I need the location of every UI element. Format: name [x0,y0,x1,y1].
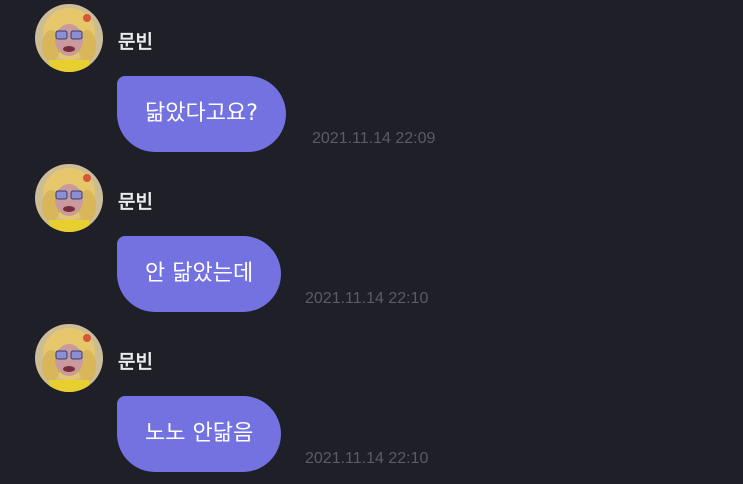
message-timestamp: 2021.11.14 22:09 [312,130,436,147]
message-row: 문빈 안 닮았는데 2021.11.14 22:10 [0,164,743,324]
message-bubble[interactable]: 안 닮았는데 [117,236,282,312]
sender-name: 문빈 [118,191,153,213]
message-bubble[interactable]: 노노 안닮음 [117,396,282,472]
chat-messages: 문빈 닮았다고요? 2021.11.14 22:09 문빈 안 닮았는데 202… [0,0,743,482]
avatar[interactable] [35,324,103,392]
sender-name: 문빈 [118,351,153,373]
message-row: 문빈 노노 안닮음 2021.11.14 22:10 [0,324,743,484]
sender-name: 문빈 [118,31,153,53]
avatar[interactable] [35,4,103,72]
message-row: 문빈 닮았다고요? 2021.11.14 22:09 [0,4,743,164]
message-timestamp: 2021.11.14 22:10 [305,290,429,307]
avatar[interactable] [35,164,103,232]
message-timestamp: 2021.11.14 22:10 [305,450,429,467]
message-bubble[interactable]: 닮았다고요? [117,76,286,152]
